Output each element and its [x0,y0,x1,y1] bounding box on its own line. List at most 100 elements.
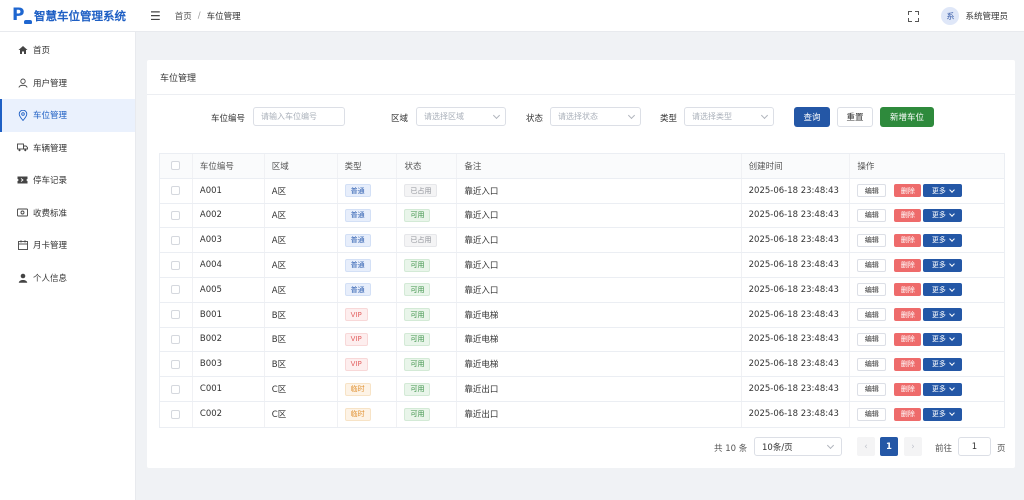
breadcrumb-home[interactable]: 首页 [175,10,192,22]
username[interactable]: 系统管理员 [965,10,1008,22]
delete-button[interactable]: 删除 [894,208,922,222]
more-button[interactable]: 更多 [923,407,963,421]
more-button[interactable]: 更多 [923,184,963,198]
status-select[interactable]: 请选择状态 [550,107,641,126]
row-checkbox[interactable] [171,359,181,369]
chevron-down-icon [627,111,636,120]
sidebar-item-home[interactable]: 首页 [0,34,135,67]
header-area: 区域 [265,154,338,178]
row-checkbox[interactable] [171,409,181,419]
cell-type: VIP [338,352,398,377]
cell-created: 2025-06-18 23:48:43 [742,228,851,253]
cell-area: C区 [265,401,338,427]
sidebar-item-monthly-cards[interactable]: 月卡管理 [0,229,135,262]
cell-note: 靠近出口 [457,377,742,401]
more-label: 更多 [931,261,946,270]
cell-space-no: B002 [193,327,265,352]
row-checkbox[interactable] [171,235,181,245]
delete-button[interactable]: 删除 [894,357,922,371]
next-page-button[interactable]: › [904,437,922,456]
sidebar-item-parking-records[interactable]: 停车记录 [0,164,135,197]
search-button[interactable]: 查询 [794,107,830,127]
space-no-input[interactable]: 请输入车位编号 [253,107,345,126]
delete-button[interactable]: 删除 [894,382,922,396]
edit-button[interactable]: 编辑 [857,184,887,198]
more-button[interactable]: 更多 [923,332,963,346]
avatar[interactable]: 系 [941,7,960,25]
cell-space-no: A001 [193,178,265,203]
delete-button[interactable]: 删除 [894,233,922,247]
cell-actions: 编辑 删除 更多 [850,352,1004,376]
prev-page-button[interactable]: ‹ [857,437,875,456]
delete-button[interactable]: 删除 [894,332,922,346]
more-button[interactable]: 更多 [923,382,963,396]
row-checkbox[interactable] [171,384,181,394]
table-row: A002 A区 普通 可用 靠近入口 2025-06-18 23:48:43 编辑 删除 更多 [160,203,1004,229]
edit-button[interactable]: 编辑 [857,308,887,322]
type-tag: VIP [344,308,368,322]
page-1-button[interactable]: 1 [880,437,898,456]
row-checkbox[interactable] [171,334,181,344]
row-checkbox[interactable] [171,186,181,196]
delete-button[interactable]: 删除 [894,283,922,297]
app-logo[interactable]: P 智慧车位管理系统 [0,0,136,32]
sidebar-item-fee-standards[interactable]: 收费标准 [0,197,135,230]
cell-space-no: B001 [193,302,265,327]
more-label: 更多 [931,410,946,419]
sidebar-item-users[interactable]: 用户管理 [0,67,135,100]
sidebar-item-vehicles[interactable]: 车辆管理 [0,132,135,165]
status-tag: 可用 [404,382,431,396]
area-select[interactable]: 请选择区域 [416,107,506,126]
sidebar-item-parking-spaces[interactable]: 车位管理 [0,99,135,132]
more-button[interactable]: 更多 [923,233,963,247]
type-tag: 普通 [344,258,371,272]
cell-created: 2025-06-18 23:48:43 [742,302,851,327]
add-space-button[interactable]: 新增车位 [880,107,934,127]
more-button[interactable]: 更多 [923,208,963,222]
status-tag: 已占用 [404,184,438,198]
edit-button[interactable]: 编辑 [857,258,887,272]
sidebar-item-profile[interactable]: 个人信息 [0,262,135,295]
type-tag: 临时 [344,407,371,421]
page-jump-input[interactable]: 1 [958,437,991,456]
delete-button[interactable]: 删除 [894,258,922,272]
more-button[interactable]: 更多 [923,357,963,371]
page-size-value: 10条/页 [762,442,793,453]
edit-button[interactable]: 编辑 [857,233,887,247]
chevron-down-icon [949,186,955,193]
edit-button[interactable]: 编辑 [857,283,887,297]
cell-actions: 编辑 删除 更多 [850,377,1004,401]
delete-button[interactable]: 删除 [894,184,922,198]
edit-button[interactable]: 编辑 [857,407,887,421]
row-checkbox[interactable] [171,260,181,270]
table-header: 车位编号 区域 类型 状态 备注 创建时间 操作 [160,154,1004,179]
row-select-cell [160,327,193,352]
cell-created: 2025-06-18 23:48:43 [742,178,851,203]
more-button[interactable]: 更多 [923,283,963,297]
edit-button[interactable]: 编辑 [857,208,887,222]
cell-actions: 编辑 删除 更多 [850,402,1004,427]
row-select-cell [160,228,193,253]
status-tag: 可用 [404,407,431,421]
edit-button[interactable]: 编辑 [857,332,887,346]
row-checkbox[interactable] [171,310,181,320]
menu-toggle-icon[interactable]: ☰ [150,9,161,23]
row-select-cell [160,178,193,203]
delete-button[interactable]: 删除 [894,308,922,322]
fullscreen-icon[interactable] [908,10,920,22]
status-select-placeholder: 请选择状态 [558,112,598,121]
row-checkbox[interactable] [171,285,181,295]
edit-button[interactable]: 编辑 [857,382,887,396]
type-select[interactable]: 请选择类型 [684,107,774,126]
cell-status: 可用 [397,401,458,427]
cell-area: A区 [265,178,338,203]
more-button[interactable]: 更多 [923,258,963,272]
page-size-select[interactable]: 10条/页 [754,437,842,456]
delete-button[interactable]: 删除 [894,407,922,421]
select-all-checkbox[interactable] [171,161,181,171]
edit-button[interactable]: 编辑 [857,357,887,371]
chevron-down-icon [492,111,501,120]
reset-button[interactable]: 重置 [837,107,873,127]
more-button[interactable]: 更多 [923,308,963,322]
row-checkbox[interactable] [171,210,181,220]
